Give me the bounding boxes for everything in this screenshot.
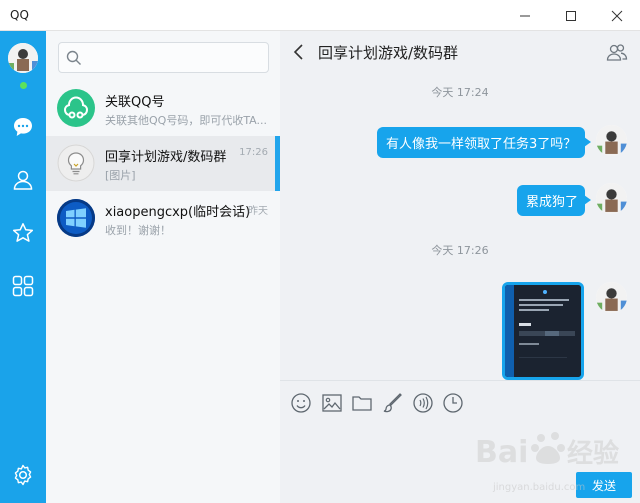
avatar-image xyxy=(596,125,627,156)
baidu-watermark: Bai 经验 jingyan.baidu.com xyxy=(475,420,625,493)
image-icon xyxy=(322,394,342,412)
search-input[interactable] xyxy=(85,48,265,68)
voice-icon xyxy=(413,393,433,413)
screenshot-thumbnail xyxy=(505,285,581,377)
input-toolbar xyxy=(280,380,640,422)
avatar-image xyxy=(596,282,627,313)
chat-tab[interactable] xyxy=(9,113,37,141)
title-bar: QQ xyxy=(0,0,640,31)
brush-icon xyxy=(383,393,402,413)
lightbulb-icon xyxy=(57,144,95,182)
user-avatar[interactable] xyxy=(8,43,38,73)
message-timestamp: 今天 17:26 xyxy=(431,244,489,257)
link-qq-avatar xyxy=(57,89,95,127)
conversation-preview: 收到！谢谢！ xyxy=(105,224,171,237)
message-timestamp: 今天 17:24 xyxy=(431,86,489,99)
sidebar xyxy=(0,31,46,503)
link-icon xyxy=(63,96,89,119)
settings-icon xyxy=(14,464,32,486)
contacts-tab[interactable] xyxy=(9,166,37,194)
back-arrow-icon[interactable] xyxy=(292,43,306,61)
conversation-preview: [图片] xyxy=(105,169,136,182)
chat-icon xyxy=(14,118,32,136)
minimize-button[interactable] xyxy=(502,0,548,31)
conversation-name: 回享计划游戏/数码群 xyxy=(105,150,227,165)
voice-button[interactable] xyxy=(411,391,435,415)
message-bubble[interactable]: 有人像我一样领取了任务3了吗？ xyxy=(377,127,591,158)
svg-text:经验: 经验 xyxy=(567,438,619,469)
avatar-image xyxy=(8,43,38,73)
windows-logo-icon xyxy=(57,199,95,237)
maximize-icon xyxy=(566,10,576,21)
baidu-logo: Bai 经验 xyxy=(475,432,619,470)
favorites-icon xyxy=(12,223,34,242)
image-button[interactable] xyxy=(320,391,344,415)
search-icon xyxy=(66,50,81,65)
chat-title: 回享计划游戏/数码群 xyxy=(318,44,459,62)
watermark-url: jingyan.baidu.com xyxy=(493,482,586,493)
image-message[interactable] xyxy=(502,282,584,380)
message-bubble[interactable]: 累成狗了 xyxy=(517,185,591,216)
avatar-image xyxy=(596,183,627,214)
close-button[interactable] xyxy=(594,0,640,31)
history-button[interactable] xyxy=(441,391,465,415)
sender-avatar[interactable] xyxy=(596,183,627,214)
emoji-icon xyxy=(291,393,311,413)
apps-tab[interactable] xyxy=(9,272,37,300)
folder-icon xyxy=(352,396,372,411)
emoji-button[interactable] xyxy=(289,391,313,415)
search-box[interactable] xyxy=(58,42,269,73)
window-title: QQ xyxy=(10,8,29,22)
user-avatar-windows xyxy=(57,199,95,237)
chat-header: 回享计划游戏/数码群 xyxy=(280,31,640,73)
conversation-name: xiaopengcxp(临时会话) xyxy=(105,205,251,220)
folder-button[interactable] xyxy=(350,391,374,415)
settings-button[interactable] xyxy=(9,461,37,489)
close-icon xyxy=(611,10,623,21)
conversation-item[interactable]: xiaopengcxp(临时会话) 收到！谢谢！ 昨天 xyxy=(46,191,280,246)
conversation-preview: 关联其他QQ号码，即可代收TA... xyxy=(105,114,268,127)
contacts-icon xyxy=(13,170,33,190)
conversation-item[interactable]: 关联QQ号 关联其他QQ号码，即可代收TA... xyxy=(46,81,280,136)
conversation-name: 关联QQ号 xyxy=(105,95,165,110)
minimize-icon xyxy=(520,15,530,16)
sender-avatar[interactable] xyxy=(596,282,627,313)
conversation-list-panel: 关联QQ号 关联其他QQ号码，即可代收TA... 回享计划游戏/数码群 [图片]… xyxy=(46,31,280,503)
favorites-tab[interactable] xyxy=(9,219,37,247)
screenshot-button[interactable] xyxy=(381,391,405,415)
history-icon xyxy=(443,393,463,413)
sender-avatar[interactable] xyxy=(596,125,627,156)
apps-icon xyxy=(12,275,34,297)
group-avatar xyxy=(57,144,95,182)
group-members-icon[interactable] xyxy=(606,42,628,62)
conversation-time: 昨天 xyxy=(248,206,268,217)
svg-text:Bai: Bai xyxy=(475,435,528,470)
online-status-dot xyxy=(20,82,27,89)
conversation-time: 17:26 xyxy=(239,147,268,158)
maximize-button[interactable] xyxy=(548,0,594,31)
conversation-item-selected[interactable]: 回享计划游戏/数码群 [图片] 17:26 xyxy=(46,136,280,191)
